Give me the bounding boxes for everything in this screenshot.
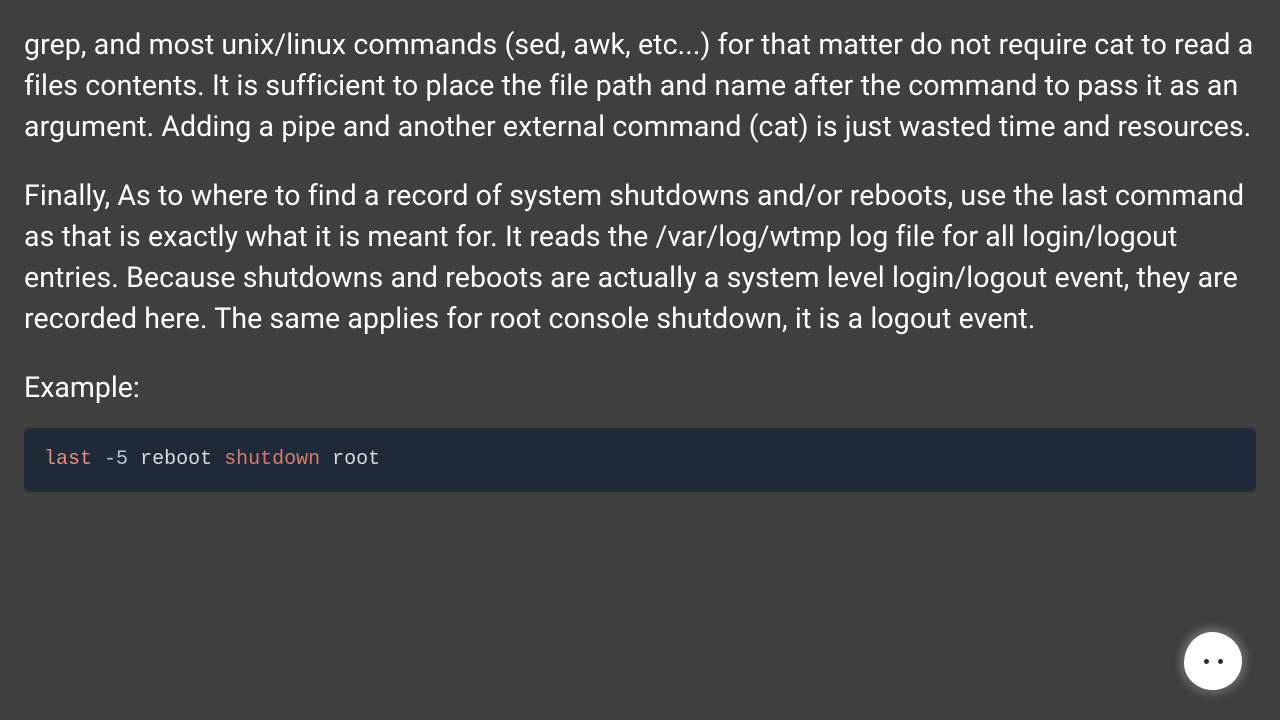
example-label: Example:: [24, 367, 1256, 408]
paragraph-2: Finally, As to where to find a record of…: [24, 175, 1256, 339]
code-token-command: last: [44, 448, 92, 471]
code-space: [320, 448, 332, 471]
code-token-keyword: shutdown: [224, 448, 320, 471]
answer-content: grep, and most unix/linux commands (sed,…: [0, 0, 1280, 492]
code-block: last -5 reboot shutdown root: [24, 428, 1256, 492]
dot-icon: [1218, 659, 1223, 664]
code-space: [128, 448, 140, 471]
code-token-arg: reboot: [140, 448, 212, 471]
code-token-arg: root: [332, 448, 380, 471]
code-token-flag: -5: [104, 448, 128, 471]
code-space: [212, 448, 224, 471]
dot-icon: [1204, 659, 1209, 664]
code-space: [92, 448, 104, 471]
chat-fab[interactable]: [1184, 632, 1242, 690]
paragraph-1: grep, and most unix/linux commands (sed,…: [24, 24, 1256, 147]
